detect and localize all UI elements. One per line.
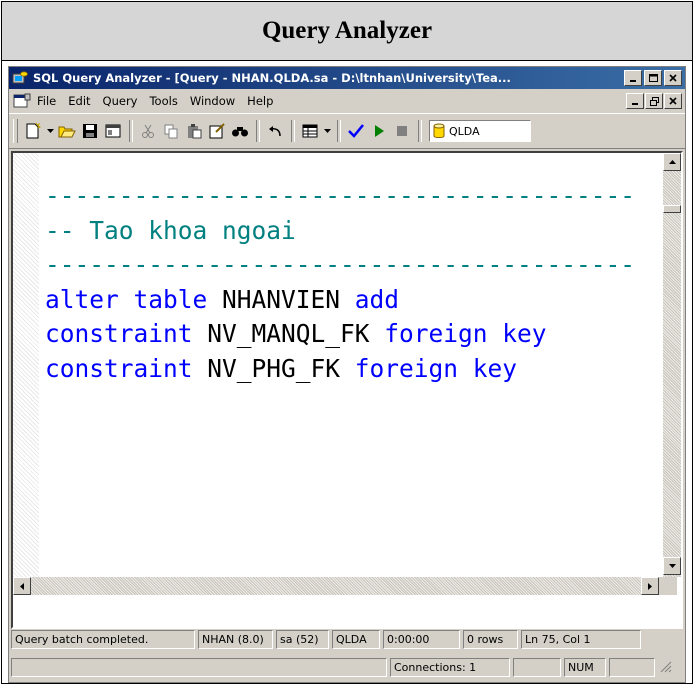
toolbar-separator [418,120,422,142]
code-identifier: NHANVIEN [222,284,355,314]
query-editor[interactable]: ----------------------------------------… [11,151,683,629]
status-blank-pane [513,657,561,677]
menu-file[interactable]: File [37,94,56,108]
window-title: SQL Query Analyzer - [Query - NHAN.QLDA.… [33,71,511,85]
status-connections: Connections: 1 [390,657,510,677]
database-select[interactable]: QLDA [429,120,531,142]
clear-window-icon[interactable] [206,120,228,142]
code-line[interactable]: alter table NHANVIEN add [45,283,641,318]
figure-title: Query Analyzer [261,17,433,44]
status-rows: 0 rows [463,629,518,649]
scroll-left-icon[interactable] [13,577,31,595]
figure-header: Query Analyzer [2,2,692,61]
find-icon[interactable] [229,120,251,142]
code-line[interactable]: constraint NV_MANQL_FK foreign key [45,317,641,352]
toolbar-separator [291,120,295,142]
cut-icon[interactable] [137,120,159,142]
code-keyword: foreign key [354,353,518,383]
results-grid-icon[interactable] [299,120,321,142]
status-server: NHAN (8.0) [198,629,273,649]
close-icon[interactable] [664,70,682,86]
horizontal-scrollbar[interactable] [13,577,659,595]
resize-grip-icon[interactable] [658,659,674,675]
insert-template-icon[interactable] [102,120,124,142]
code-keyword: alter table [45,284,223,314]
dropdown-arrow-icon[interactable] [45,120,55,142]
scroll-down-icon[interactable] [663,557,681,575]
status-position: Ln 75, Col 1 [521,629,641,649]
status-user: sa (52) [276,629,329,649]
code-comment: ---------------------------------------- [45,181,636,210]
scroll-right-icon[interactable] [641,577,659,595]
child-minimize-icon[interactable] [626,93,644,109]
open-icon[interactable] [56,120,78,142]
status-message: Query batch completed. [11,629,195,649]
status-database: QLDA [332,629,380,649]
copy-icon[interactable] [160,120,182,142]
toolbar-separator [129,120,133,142]
new-query-icon[interactable] [22,120,44,142]
code-area[interactable]: ----------------------------------------… [45,153,641,603]
database-icon [433,123,445,138]
minimize-icon[interactable] [624,70,642,86]
code-keyword: add [354,284,400,314]
document-icon[interactable] [13,93,31,109]
code-line[interactable]: ---------------------------------------- [45,179,641,214]
status-bar: Query batch completed. NHAN (8.0) sa (52… [9,628,687,650]
toolbar: QLDA [9,113,685,149]
maximize-icon[interactable] [644,70,662,86]
scroll-up-icon[interactable] [663,153,681,171]
status-elapsed: 0:00:00 [383,629,460,649]
parse-icon[interactable] [345,120,367,142]
execute-icon[interactable] [368,120,390,142]
save-icon[interactable] [79,120,101,142]
code-comment: -- Tao khoa ngoai [45,215,296,245]
status-blank-pane [609,657,655,677]
figure-frame: Query Analyzer SQL Query Analyzer - [Que… [1,1,693,684]
stop-icon[interactable] [391,120,413,142]
code-line[interactable]: ---------------------------------------- [45,248,641,283]
app-icon[interactable] [12,70,28,86]
code-line[interactable]: -- Tao khoa ngoai [45,214,641,249]
database-name: QLDA [449,124,480,138]
code-identifier: NV_MANQL_FK [207,319,385,348]
toolbar-grip[interactable] [13,119,18,143]
code-identifier: NV_PHG_FK [207,353,355,383]
menu-bar: File Edit Query Tools Window Help [9,91,685,111]
toolbar-separator [256,120,260,142]
dropdown-arrow-icon[interactable] [322,120,332,142]
editor-gutter [13,153,39,577]
vertical-scroll-thumb[interactable] [663,205,681,213]
menu-tools[interactable]: Tools [149,94,177,108]
code-keyword: foreign key [384,319,547,348]
title-bar[interactable]: SQL Query Analyzer - [Query - NHAN.QLDA.… [9,67,685,89]
code-keyword: constraint [45,319,208,348]
vertical-scrollbar[interactable] [663,153,681,577]
code-keyword: constraint [45,353,208,383]
status-bar-secondary: Connections: 1 NUM [9,655,687,679]
toolbar-separator [337,120,341,142]
code-line[interactable]: constraint NV_PHG_FK foreign key [45,352,641,387]
child-restore-icon[interactable] [645,93,663,109]
child-close-icon[interactable] [664,93,682,109]
menu-help[interactable]: Help [247,94,273,108]
menu-edit[interactable]: Edit [68,94,90,108]
paste-icon[interactable] [183,120,205,142]
scrollbar-corner [659,577,677,595]
code-comment: ---------------------------------------- [45,250,636,279]
menu-query[interactable]: Query [103,94,138,108]
menu-window[interactable]: Window [190,94,235,108]
status-empty-pane [11,657,387,677]
status-num: NUM [564,657,606,677]
app-window: SQL Query Analyzer - [Query - NHAN.QLDA.… [8,66,686,683]
undo-icon[interactable] [264,120,286,142]
